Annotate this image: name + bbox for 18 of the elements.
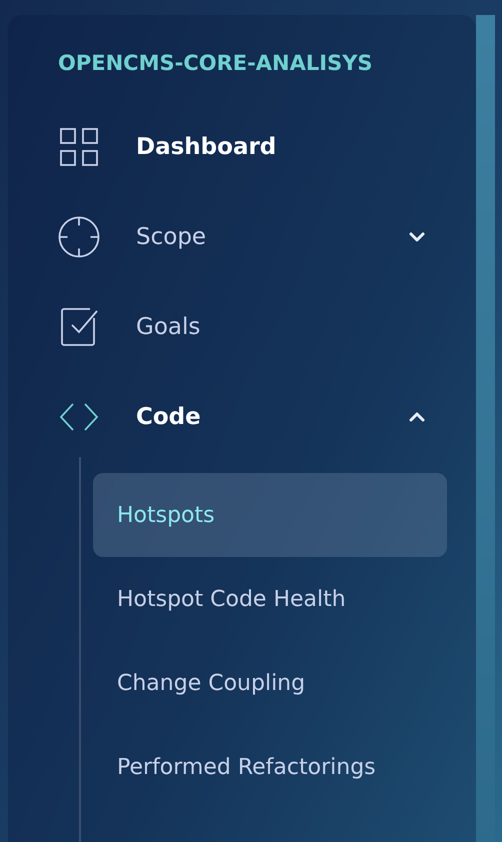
nav-label: Goals [136,314,202,340]
nav-label: Scope [136,224,208,250]
project-title: OPENCMS-CORE-ANALISYS [58,51,374,75]
submenu-item[interactable]: Hotspots [93,473,447,557]
nav-label: Code [136,404,202,430]
submenu-item[interactable]: Performed Refactorings [93,725,447,809]
checkbox-icon [58,306,100,348]
submenu-item[interactable]: Hotspot Code Health [93,557,447,641]
chevron-down-icon[interactable] [408,231,426,243]
crosshair-icon [58,216,100,258]
submenu-item[interactable]: Change Coupling [93,641,447,725]
nav-item[interactable]: Scope [58,215,446,259]
nav-label: Dashboard [136,134,278,160]
nav-item[interactable]: Goals [58,305,446,349]
chevron-up-icon[interactable] [408,411,426,423]
grid-icon [58,126,100,168]
nav-item[interactable]: Code [58,395,446,439]
nav-item[interactable]: Dashboard [58,125,446,169]
